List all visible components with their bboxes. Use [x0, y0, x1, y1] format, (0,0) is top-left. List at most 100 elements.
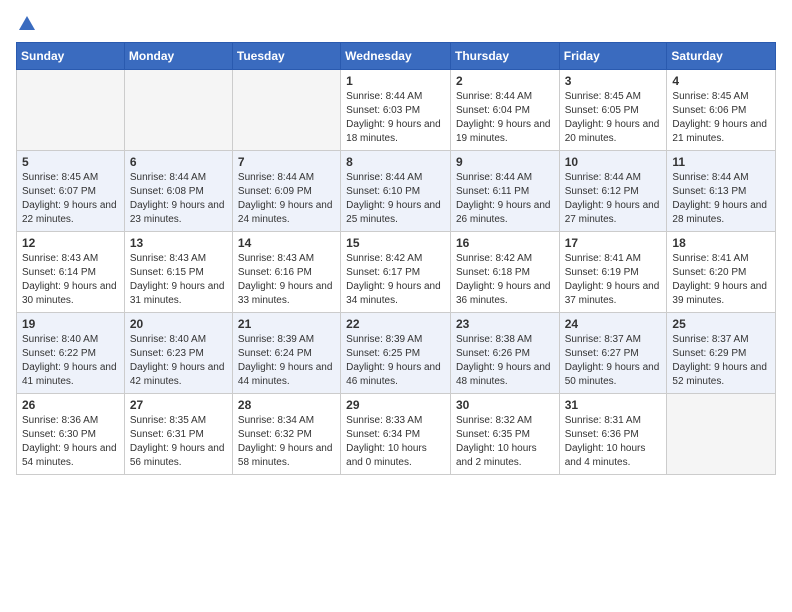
day-info: Sunrise: 8:37 AM Sunset: 6:27 PM Dayligh… — [565, 333, 662, 389]
day-info: Sunrise: 8:40 AM Sunset: 6:23 PM Dayligh… — [130, 333, 227, 389]
calendar-day-11: 11Sunrise: 8:44 AM Sunset: 6:13 PM Dayli… — [667, 151, 776, 232]
calendar-day-1: 1 Sunrise: 8:44 AM Sunset: 6:03 PM Daylig… — [341, 70, 451, 151]
day-info: Sunrise: 8:43 AM Sunset: 6:16 PM Dayligh… — [238, 252, 335, 308]
calendar-week-row: 1 Sunrise: 8:44 AM Sunset: 6:03 PM Daylig… — [17, 70, 776, 151]
day-info: Sunrise: 8:44 AM Sunset: 6:08 PM Dayligh… — [130, 171, 227, 227]
day-number: 10 — [565, 155, 662, 169]
weekday-header-tuesday: Tuesday — [232, 43, 340, 70]
day-info: Sunrise: 8:35 AM Sunset: 6:31 PM Dayligh… — [130, 414, 227, 470]
day-info: Sunrise: 8:44 AM Sunset: 6:09 PM Dayligh… — [238, 171, 335, 227]
day-number: 30 — [456, 398, 554, 412]
calendar-day-15: 15Sunrise: 8:42 AM Sunset: 6:17 PM Dayli… — [341, 232, 451, 313]
day-number: 21 — [238, 317, 335, 331]
calendar-day-9: 9Sunrise: 8:44 AM Sunset: 6:11 PM Daylig… — [450, 151, 559, 232]
calendar-day-17: 17Sunrise: 8:41 AM Sunset: 6:19 PM Dayli… — [559, 232, 667, 313]
calendar-day-28: 28 Sunrise: 8:34 AM Sunset: 6:32 PM Dayli… — [232, 394, 340, 475]
day-number: 27 — [130, 398, 227, 412]
calendar-day-22: 22 Sunrise: 8:39 AM Sunset: 6:25 PM Dayli… — [341, 313, 451, 394]
day-number: 19 — [22, 317, 119, 331]
calendar-week-row: 26 Sunrise: 8:36 AM Sunset: 6:30 PM Dayli… — [17, 394, 776, 475]
calendar-day-19: 19Sunrise: 8:40 AM Sunset: 6:22 PM Dayli… — [17, 313, 125, 394]
calendar-day-4: 4Sunrise: 8:45 AM Sunset: 6:06 PM Daylig… — [667, 70, 776, 151]
day-info: Sunrise: 8:45 AM Sunset: 6:07 PM Dayligh… — [22, 171, 119, 227]
calendar-empty-cell — [232, 70, 340, 151]
calendar-day-26: 26 Sunrise: 8:36 AM Sunset: 6:30 PM Dayli… — [17, 394, 125, 475]
calendar-day-2: 2Sunrise: 8:44 AM Sunset: 6:04 PM Daylig… — [450, 70, 559, 151]
day-info: Sunrise: 8:44 AM Sunset: 6:03 PM Dayligh… — [346, 90, 445, 146]
day-info: Sunrise: 8:34 AM Sunset: 6:32 PM Dayligh… — [238, 414, 335, 470]
day-number: 22 — [346, 317, 445, 331]
day-info: Sunrise: 8:41 AM Sunset: 6:20 PM Dayligh… — [672, 252, 770, 308]
day-number: 29 — [346, 398, 445, 412]
day-info: Sunrise: 8:39 AM Sunset: 6:25 PM Dayligh… — [346, 333, 445, 389]
day-number: 6 — [130, 155, 227, 169]
day-info: Sunrise: 8:39 AM Sunset: 6:24 PM Dayligh… — [238, 333, 335, 389]
day-info: Sunrise: 8:44 AM Sunset: 6:12 PM Dayligh… — [565, 171, 662, 227]
calendar-day-10: 10 Sunrise: 8:44 AM Sunset: 6:12 PM Dayli… — [559, 151, 667, 232]
logo-icon — [17, 14, 37, 34]
calendar-week-row: 19Sunrise: 8:40 AM Sunset: 6:22 PM Dayli… — [17, 313, 776, 394]
calendar-day-5: 5 Sunrise: 8:45 AM Sunset: 6:07 PM Daylig… — [17, 151, 125, 232]
day-number: 5 — [22, 155, 119, 169]
day-number: 26 — [22, 398, 119, 412]
day-info: Sunrise: 8:42 AM Sunset: 6:18 PM Dayligh… — [456, 252, 554, 308]
calendar-day-8: 8Sunrise: 8:44 AM Sunset: 6:10 PM Daylig… — [341, 151, 451, 232]
calendar-week-row: 5 Sunrise: 8:45 AM Sunset: 6:07 PM Daylig… — [17, 151, 776, 232]
day-info: Sunrise: 8:38 AM Sunset: 6:26 PM Dayligh… — [456, 333, 554, 389]
day-number: 13 — [130, 236, 227, 250]
day-number: 12 — [22, 236, 119, 250]
day-info: Sunrise: 8:44 AM Sunset: 6:13 PM Dayligh… — [672, 171, 770, 227]
calendar-day-13: 13 Sunrise: 8:43 AM Sunset: 6:15 PM Dayli… — [124, 232, 232, 313]
calendar-day-14: 14 Sunrise: 8:43 AM Sunset: 6:16 PM Dayli… — [232, 232, 340, 313]
day-number: 14 — [238, 236, 335, 250]
calendar-day-24: 24 Sunrise: 8:37 AM Sunset: 6:27 PM Dayli… — [559, 313, 667, 394]
calendar-day-31: 31 Sunrise: 8:31 AM Sunset: 6:36 PM Dayli… — [559, 394, 667, 475]
calendar-day-21: 21 Sunrise: 8:39 AM Sunset: 6:24 PM Dayli… — [232, 313, 340, 394]
day-number: 9 — [456, 155, 554, 169]
day-number: 31 — [565, 398, 662, 412]
day-info: Sunrise: 8:43 AM Sunset: 6:14 PM Dayligh… — [22, 252, 119, 308]
page-header — [16, 16, 776, 34]
day-info: Sunrise: 8:32 AM Sunset: 6:35 PM Dayligh… — [456, 414, 554, 470]
day-info: Sunrise: 8:43 AM Sunset: 6:15 PM Dayligh… — [130, 252, 227, 308]
day-number: 8 — [346, 155, 445, 169]
day-number: 4 — [672, 74, 770, 88]
calendar-day-16: 16 Sunrise: 8:42 AM Sunset: 6:18 PM Dayli… — [450, 232, 559, 313]
calendar-day-6: 6 Sunrise: 8:44 AM Sunset: 6:08 PM Daylig… — [124, 151, 232, 232]
calendar-day-7: 7 Sunrise: 8:44 AM Sunset: 6:09 PM Daylig… — [232, 151, 340, 232]
day-info: Sunrise: 8:33 AM Sunset: 6:34 PM Dayligh… — [346, 414, 445, 470]
calendar-week-row: 12 Sunrise: 8:43 AM Sunset: 6:14 PM Dayli… — [17, 232, 776, 313]
calendar-header-row: SundayMondayTuesdayWednesdayThursdayFrid… — [17, 43, 776, 70]
logo — [16, 16, 37, 34]
day-info: Sunrise: 8:31 AM Sunset: 6:36 PM Dayligh… — [565, 414, 662, 470]
day-number: 3 — [565, 74, 662, 88]
calendar-day-25: 25Sunrise: 8:37 AM Sunset: 6:29 PM Dayli… — [667, 313, 776, 394]
day-number: 2 — [456, 74, 554, 88]
day-number: 1 — [346, 74, 445, 88]
calendar-empty-cell — [17, 70, 125, 151]
day-number: 18 — [672, 236, 770, 250]
day-number: 17 — [565, 236, 662, 250]
day-number: 20 — [130, 317, 227, 331]
calendar-day-30: 30 Sunrise: 8:32 AM Sunset: 6:35 PM Dayli… — [450, 394, 559, 475]
weekday-header-sunday: Sunday — [17, 43, 125, 70]
calendar-day-12: 12 Sunrise: 8:43 AM Sunset: 6:14 PM Dayli… — [17, 232, 125, 313]
weekday-header-friday: Friday — [559, 43, 667, 70]
day-number: 7 — [238, 155, 335, 169]
day-info: Sunrise: 8:36 AM Sunset: 6:30 PM Dayligh… — [22, 414, 119, 470]
day-number: 28 — [238, 398, 335, 412]
day-number: 23 — [456, 317, 554, 331]
calendar-day-3: 3 Sunrise: 8:45 AM Sunset: 6:05 PM Daylig… — [559, 70, 667, 151]
day-number: 24 — [565, 317, 662, 331]
weekday-header-thursday: Thursday — [450, 43, 559, 70]
calendar-day-29: 29 Sunrise: 8:33 AM Sunset: 6:34 PM Dayli… — [341, 394, 451, 475]
weekday-header-monday: Monday — [124, 43, 232, 70]
day-number: 16 — [456, 236, 554, 250]
day-info: Sunrise: 8:42 AM Sunset: 6:17 PM Dayligh… — [346, 252, 445, 308]
calendar-day-18: 18 Sunrise: 8:41 AM Sunset: 6:20 PM Dayli… — [667, 232, 776, 313]
calendar-table: SundayMondayTuesdayWednesdayThursdayFrid… — [16, 42, 776, 475]
day-info: Sunrise: 8:45 AM Sunset: 6:05 PM Dayligh… — [565, 90, 662, 146]
weekday-header-saturday: Saturday — [667, 43, 776, 70]
weekday-header-wednesday: Wednesday — [341, 43, 451, 70]
day-number: 25 — [672, 317, 770, 331]
